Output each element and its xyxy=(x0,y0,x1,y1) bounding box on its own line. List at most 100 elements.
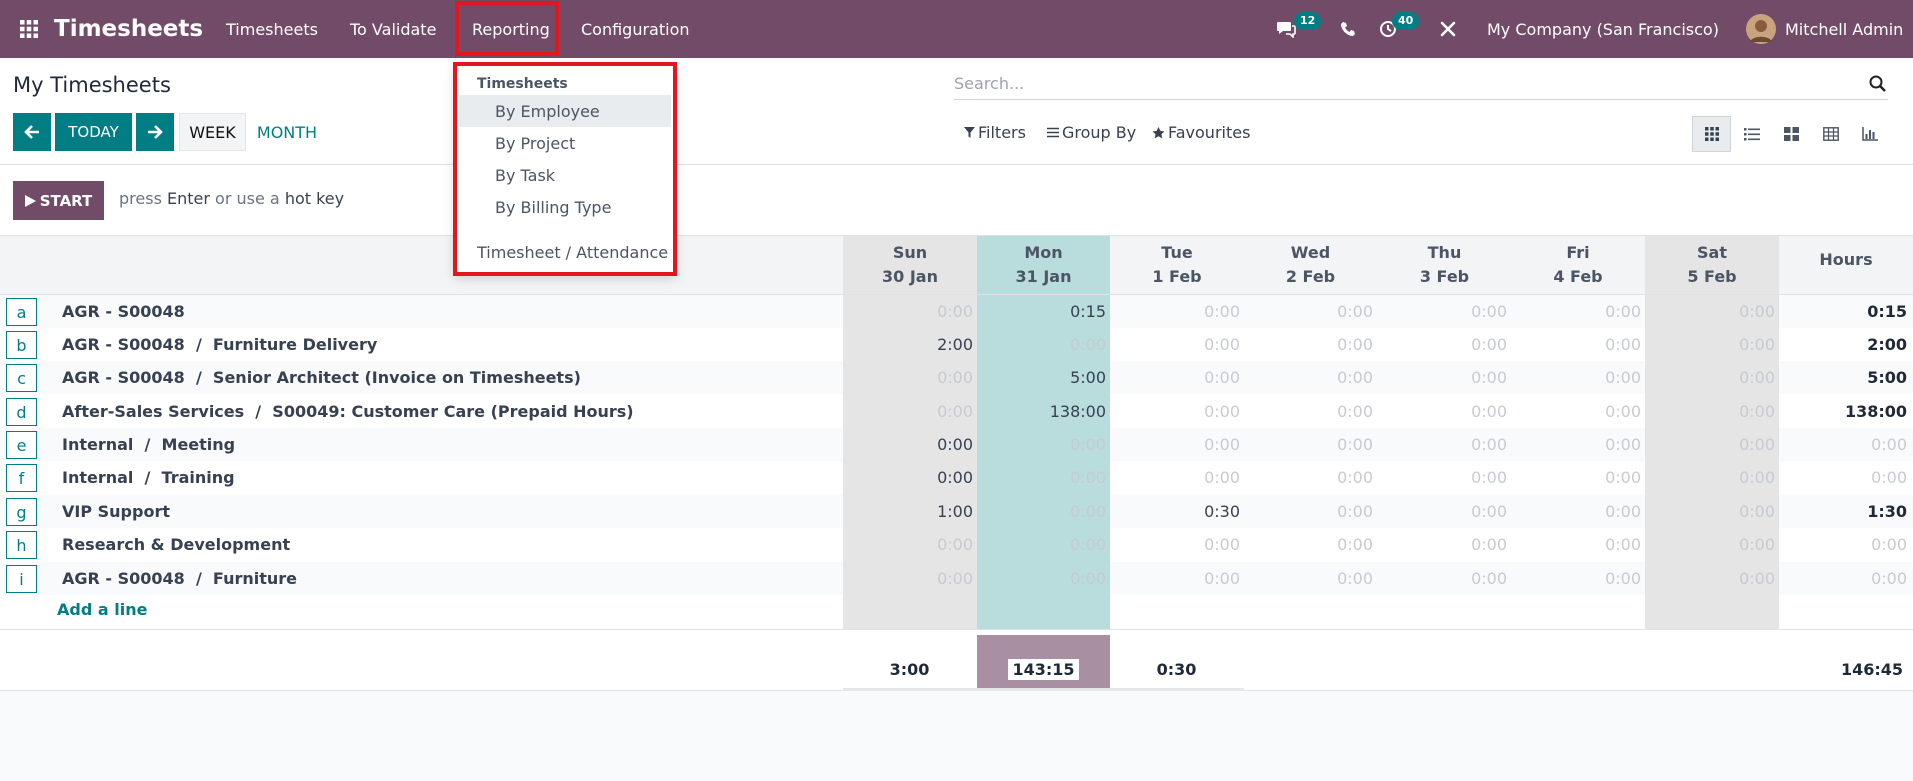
cell-sun[interactable]: 2:00 xyxy=(847,335,973,354)
cell-fri[interactable]: 0:00 xyxy=(1515,435,1641,454)
app-name[interactable]: Timesheets xyxy=(54,0,203,58)
cell-tue[interactable]: 0:00 xyxy=(1114,468,1240,487)
cell-sat[interactable]: 0:00 xyxy=(1649,468,1775,487)
cell-sun[interactable]: 1:00 xyxy=(847,502,973,521)
cell-mon[interactable]: 0:00 xyxy=(980,502,1106,521)
row-hotkey[interactable]: h xyxy=(6,531,37,559)
cell-tue[interactable]: 0:30 xyxy=(1114,502,1240,521)
today-button[interactable]: TODAY xyxy=(55,113,132,151)
user-menu[interactable]: Mitchell Admin xyxy=(1785,0,1903,58)
week-button[interactable]: WEEK xyxy=(179,113,246,151)
cell-sun[interactable]: 0:00 xyxy=(847,468,973,487)
cell-wed[interactable]: 0:00 xyxy=(1247,502,1373,521)
cell-tue[interactable]: 0:00 xyxy=(1114,335,1240,354)
group-by-button[interactable]: Group By xyxy=(1047,123,1136,142)
menu-configuration[interactable]: Configuration xyxy=(581,0,690,58)
cell-mon[interactable]: 0:00 xyxy=(980,569,1106,588)
cell-sat[interactable]: 0:00 xyxy=(1649,535,1775,554)
cell-wed[interactable]: 0:00 xyxy=(1247,569,1373,588)
cell-fri[interactable]: 0:00 xyxy=(1515,502,1641,521)
cell-tue[interactable]: 0:00 xyxy=(1114,535,1240,554)
list-view-icon[interactable] xyxy=(1732,116,1771,152)
grid-view-icon[interactable] xyxy=(1692,116,1731,152)
cell-fri[interactable]: 0:00 xyxy=(1515,569,1641,588)
cell-tue[interactable]: 0:00 xyxy=(1114,302,1240,321)
cell-mon[interactable]: 0:00 xyxy=(980,335,1106,354)
row-hotkey[interactable]: g xyxy=(6,498,37,526)
cell-wed[interactable]: 0:00 xyxy=(1247,435,1373,454)
cell-fri[interactable]: 0:00 xyxy=(1515,368,1641,387)
cell-wed[interactable]: 0:00 xyxy=(1247,302,1373,321)
avatar[interactable] xyxy=(1746,0,1776,58)
cell-sat[interactable]: 0:00 xyxy=(1649,368,1775,387)
cell-mon[interactable]: 0:15 xyxy=(980,302,1106,321)
cell-fri[interactable]: 0:00 xyxy=(1515,468,1641,487)
cell-sat[interactable]: 0:00 xyxy=(1649,569,1775,588)
apps-menu-icon[interactable] xyxy=(12,0,46,58)
cell-thu[interactable]: 0:00 xyxy=(1381,535,1507,554)
cell-fri[interactable]: 0:00 xyxy=(1515,535,1641,554)
cell-mon[interactable]: 0:00 xyxy=(980,535,1106,554)
row-hotkey[interactable]: f xyxy=(6,464,37,492)
cell-sun[interactable]: 0:00 xyxy=(847,402,973,421)
kanban-view-icon[interactable] xyxy=(1772,116,1811,152)
cell-sun[interactable]: 0:00 xyxy=(847,535,973,554)
row-hotkey[interactable]: a xyxy=(6,298,37,326)
cell-sat[interactable]: 0:00 xyxy=(1649,502,1775,521)
cell-tue[interactable]: 0:00 xyxy=(1114,402,1240,421)
cell-wed[interactable]: 0:00 xyxy=(1247,335,1373,354)
cell-thu[interactable]: 0:00 xyxy=(1381,302,1507,321)
cell-thu[interactable]: 0:00 xyxy=(1381,468,1507,487)
pivot-view-icon[interactable] xyxy=(1811,116,1850,152)
cell-mon[interactable]: 138:00 xyxy=(980,402,1106,421)
cell-mon[interactable]: 5:00 xyxy=(980,368,1106,387)
tools-icon[interactable] xyxy=(1439,0,1457,58)
cell-wed[interactable]: 0:00 xyxy=(1247,402,1373,421)
cell-tue[interactable]: 0:00 xyxy=(1114,569,1240,588)
cell-tue[interactable]: 0:00 xyxy=(1114,368,1240,387)
cell-sun[interactable]: 0:00 xyxy=(847,435,973,454)
filters-button[interactable]: Filters xyxy=(964,123,1026,142)
cell-thu[interactable]: 0:00 xyxy=(1381,335,1507,354)
activity-clock-icon[interactable] xyxy=(1379,0,1397,58)
row-hotkey[interactable]: i xyxy=(6,565,37,593)
next-button[interactable] xyxy=(136,113,174,151)
add-line-link[interactable]: Add a line xyxy=(57,600,147,619)
cell-mon[interactable]: 0:00 xyxy=(980,468,1106,487)
search-icon[interactable] xyxy=(1869,75,1886,92)
menu-timesheets[interactable]: Timesheets xyxy=(226,0,318,58)
graph-view-icon[interactable] xyxy=(1850,116,1889,152)
row-hotkey[interactable]: c xyxy=(6,364,37,392)
month-button[interactable]: MONTH xyxy=(250,113,324,151)
cell-fri[interactable]: 0:00 xyxy=(1515,302,1641,321)
company-switcher[interactable]: My Company (San Francisco) xyxy=(1487,0,1719,58)
favourites-button[interactable]: Favourites xyxy=(1152,123,1250,142)
row-hotkey[interactable]: d xyxy=(6,398,37,426)
row-hotkey[interactable]: e xyxy=(6,431,37,459)
cell-sat[interactable]: 0:00 xyxy=(1649,335,1775,354)
cell-fri[interactable]: 0:00 xyxy=(1515,335,1641,354)
phone-icon[interactable] xyxy=(1340,0,1356,58)
cell-tue[interactable]: 0:00 xyxy=(1114,435,1240,454)
cell-fri[interactable]: 0:00 xyxy=(1515,402,1641,421)
chat-icon[interactable] xyxy=(1276,0,1296,58)
cell-thu[interactable]: 0:00 xyxy=(1381,402,1507,421)
previous-button[interactable] xyxy=(13,113,51,151)
menu-to-validate[interactable]: To Validate xyxy=(350,0,436,58)
cell-thu[interactable]: 0:00 xyxy=(1381,569,1507,588)
cell-thu[interactable]: 0:00 xyxy=(1381,502,1507,521)
search-bar[interactable]: Search... xyxy=(954,68,1888,100)
cell-sun[interactable]: 0:00 xyxy=(847,569,973,588)
start-timer-button[interactable]: START xyxy=(13,181,104,220)
cell-thu[interactable]: 0:00 xyxy=(1381,368,1507,387)
cell-sun[interactable]: 0:00 xyxy=(847,368,973,387)
cell-wed[interactable]: 0:00 xyxy=(1247,368,1373,387)
cell-sat[interactable]: 0:00 xyxy=(1649,302,1775,321)
cell-sat[interactable]: 0:00 xyxy=(1649,435,1775,454)
cell-mon[interactable]: 0:00 xyxy=(980,435,1106,454)
cell-wed[interactable]: 0:00 xyxy=(1247,468,1373,487)
cell-wed[interactable]: 0:00 xyxy=(1247,535,1373,554)
cell-sat[interactable]: 0:00 xyxy=(1649,402,1775,421)
row-hotkey[interactable]: b xyxy=(6,331,37,359)
cell-thu[interactable]: 0:00 xyxy=(1381,435,1507,454)
